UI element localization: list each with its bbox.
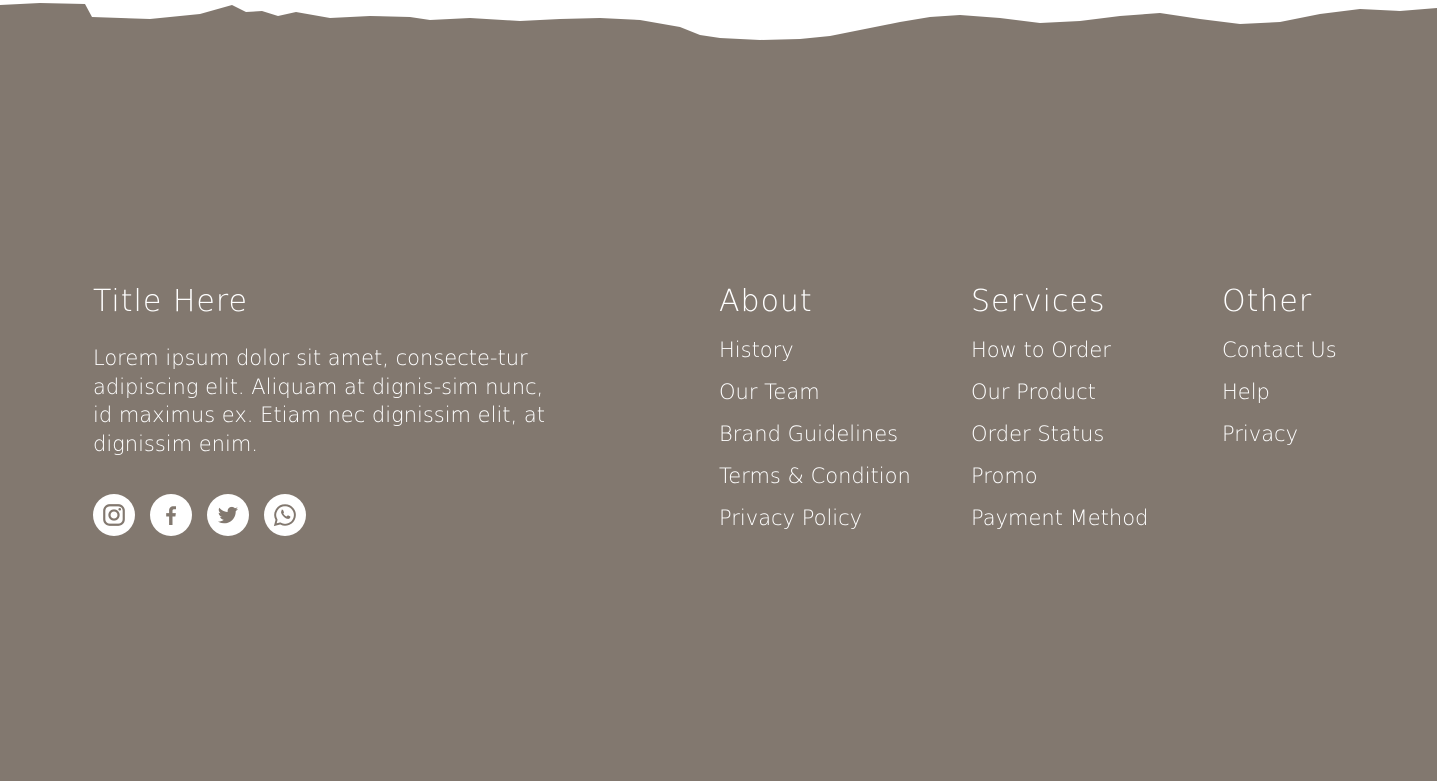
brand-title: Title Here xyxy=(93,284,248,319)
column-title-about: About xyxy=(719,284,813,319)
twitter-button[interactable] xyxy=(207,494,249,536)
link-list-about: History Our Team Brand Guidelines Terms … xyxy=(719,338,911,548)
whatsapp-button[interactable] xyxy=(264,494,306,536)
link-privacy-policy[interactable]: Privacy Policy xyxy=(719,506,911,548)
social-links xyxy=(93,494,563,536)
footer-column-other: Other Contact Us Help Privacy xyxy=(1222,282,1337,464)
link-privacy[interactable]: Privacy xyxy=(1222,422,1337,464)
link-how-to-order[interactable]: How to Order xyxy=(971,338,1148,380)
link-brand-guidelines[interactable]: Brand Guidelines xyxy=(719,422,911,464)
footer-section: Title Here Lorem ipsum dolor sit amet, c… xyxy=(0,0,1437,781)
instagram-button[interactable] xyxy=(93,494,135,536)
link-promo[interactable]: Promo xyxy=(971,464,1148,506)
link-list-services: How to Order Our Product Order Status Pr… xyxy=(971,338,1148,548)
link-help[interactable]: Help xyxy=(1222,380,1337,422)
link-history[interactable]: History xyxy=(719,338,911,380)
link-our-team[interactable]: Our Team xyxy=(719,380,911,422)
link-list-other: Contact Us Help Privacy xyxy=(1222,338,1337,464)
column-title-other: Other xyxy=(1222,284,1313,319)
whatsapp-icon xyxy=(273,504,296,527)
link-our-product[interactable]: Our Product xyxy=(971,380,1148,422)
brand-block: Title Here Lorem ipsum dolor sit amet, c… xyxy=(93,282,563,536)
link-terms-condition[interactable]: Terms & Condition xyxy=(719,464,911,506)
column-title-services: Services xyxy=(971,284,1106,319)
footer-column-services: Services How to Order Our Product Order … xyxy=(971,282,1148,548)
link-contact-us[interactable]: Contact Us xyxy=(1222,338,1337,380)
footer-column-about: About History Our Team Brand Guidelines … xyxy=(719,282,911,548)
facebook-button[interactable] xyxy=(150,494,192,536)
link-payment-method[interactable]: Payment Method xyxy=(971,506,1148,548)
link-order-status[interactable]: Order Status xyxy=(971,422,1148,464)
twitter-icon xyxy=(217,506,238,524)
instagram-icon xyxy=(103,504,125,526)
brand-description: Lorem ipsum dolor sit amet, consecte-tur… xyxy=(93,346,545,456)
facebook-icon xyxy=(166,506,176,525)
